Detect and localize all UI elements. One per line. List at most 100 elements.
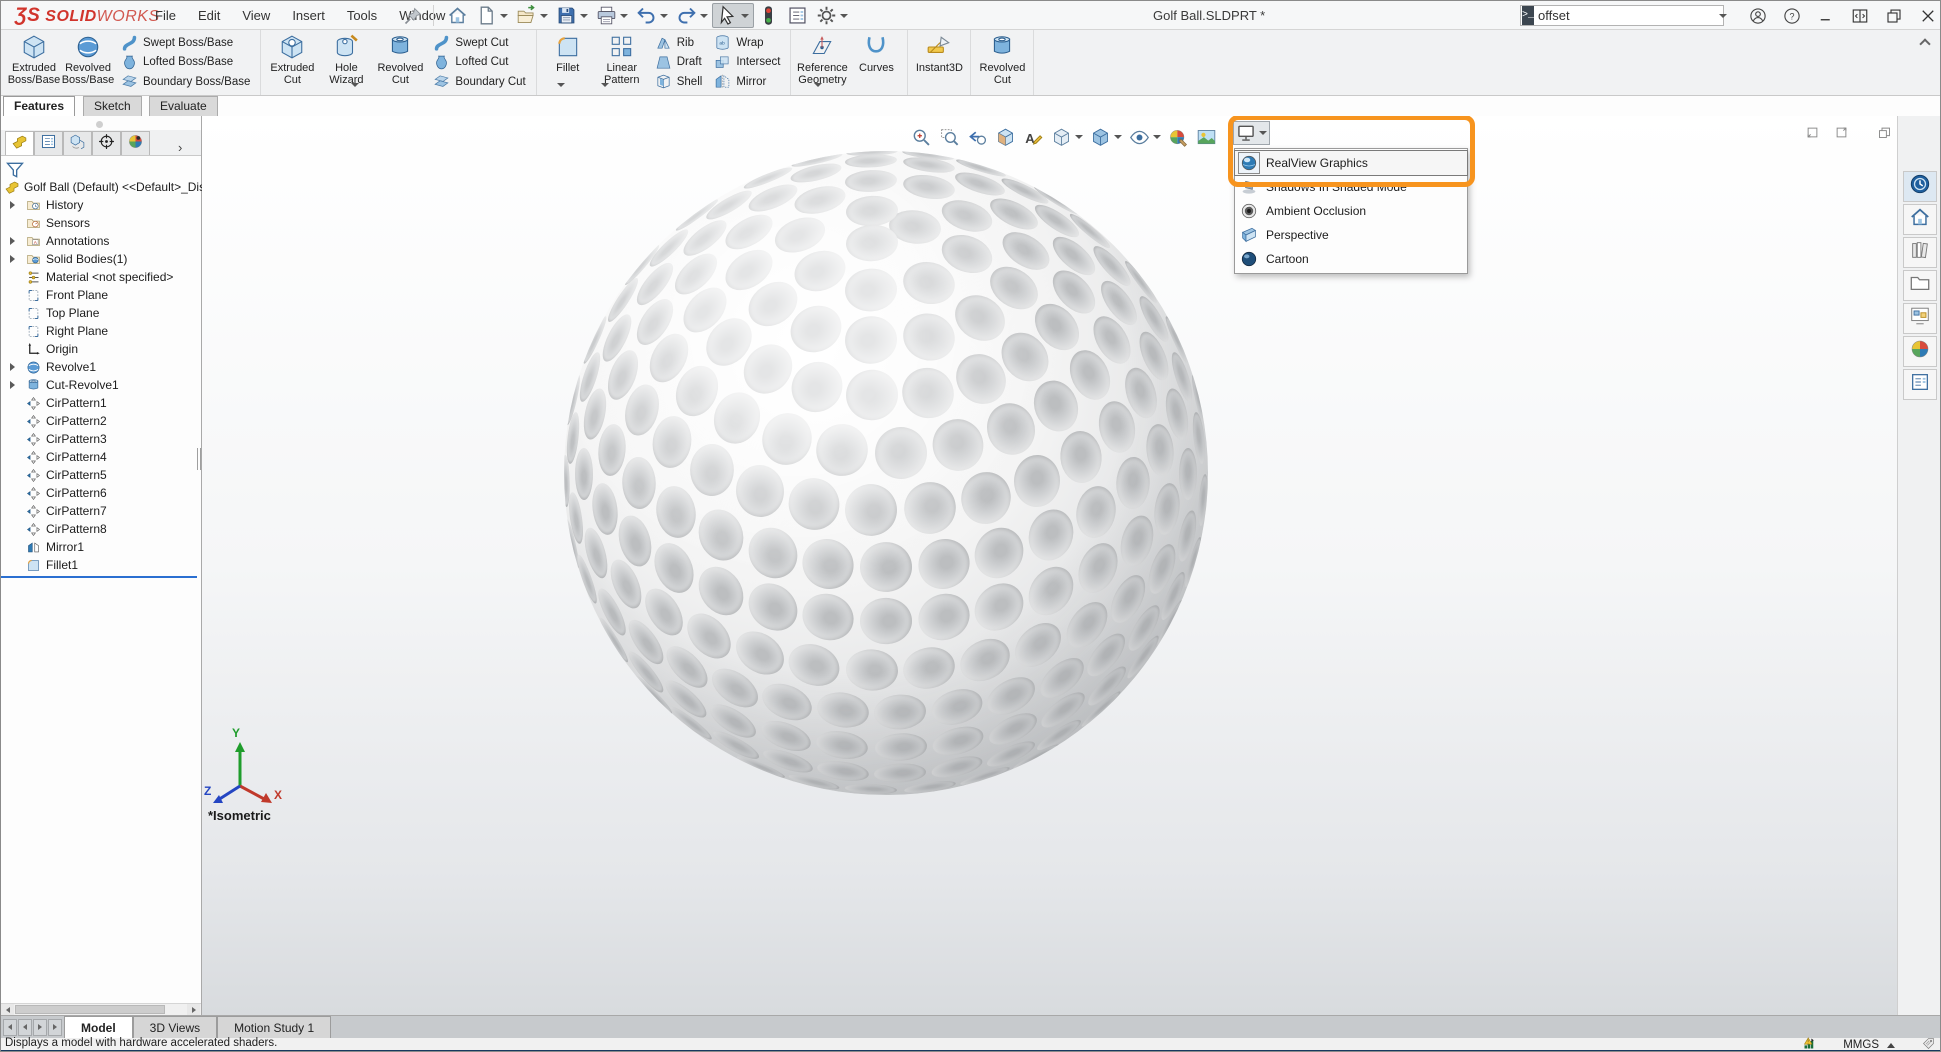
tab-nav-prev-button[interactable] [18,1018,32,1036]
tree-item-cirpattern6[interactable]: CirPattern6 [1,484,201,502]
doc-minimize-icon[interactable] [1802,122,1822,142]
new-document-button[interactable] [472,3,512,28]
tree-item-front-plane[interactable]: Front Plane [1,286,201,304]
redo-caret[interactable] [700,13,708,18]
display-style-button[interactable] [1088,125,1124,149]
menu-item-perspective[interactable]: Perspective [1235,223,1467,247]
revolved-cut-button[interactable]: Revolved Cut [975,30,1029,95]
boundary-cut-button[interactable]: Boundary Cut [431,72,527,91]
tree-item-cirpattern7[interactable]: CirPattern7 [1,502,201,520]
doc-tab-3d-views[interactable]: 3D Views [132,1016,218,1038]
tree-item-right-plane[interactable]: Right Plane [1,322,201,340]
scroll-left-button[interactable] [1,1004,14,1015]
doc-tab-motion-study-1[interactable]: Motion Study 1 [217,1016,332,1038]
undo-caret[interactable] [660,13,668,18]
tab-nav-first-button[interactable] [3,1018,17,1036]
tree-item-fillet1[interactable]: Fillet1 [1,556,201,574]
ribbon-flyout-caret[interactable] [601,83,609,87]
graphics-area[interactable]: A RealView Graphics Shadows In Shaded Mod… [202,116,1897,1015]
ribbon-flyout-caret[interactable] [814,83,822,87]
redo-button[interactable] [672,3,712,28]
scroll-right-button[interactable] [187,1004,200,1015]
rollback-bar[interactable] [1,576,197,578]
expand-arrow-icon[interactable] [10,237,15,245]
menu-file[interactable]: File [144,1,187,30]
shell-button[interactable]: Shell [653,72,705,91]
doc-restore-icon[interactable] [1831,122,1851,142]
menu-insert[interactable]: Insert [281,1,336,30]
ribbon-collapse-button[interactable] [1917,37,1935,51]
tree-horizontal-scrollbar[interactable] [1,1003,201,1015]
lofted-boss-base-button[interactable]: Lofted Boss/Base [119,53,252,72]
save-button[interactable] [552,3,592,28]
tp-library-button[interactable] [1903,237,1937,268]
intersect-button[interactable]: Intersect [712,53,782,72]
boundary-boss-base-button[interactable]: Boundary Boss/Base [119,72,252,91]
select-cursor-button[interactable] [712,3,754,28]
doc-cascade-icon[interactable] [1874,122,1894,142]
tree-item-cirpattern3[interactable]: CirPattern3 [1,430,201,448]
expand-arrow-icon[interactable] [10,363,15,371]
menu-tools[interactable]: Tools [336,1,388,30]
tree-item-history[interactable]: History [1,196,201,214]
tab-sketch[interactable]: Sketch [83,96,142,116]
tree-item-cirpattern2[interactable]: CirPattern2 [1,412,201,430]
tree-item-top-plane[interactable]: Top Plane [1,304,201,322]
doc-tab-model[interactable]: Model [64,1016,133,1038]
panel-tab-dimxpert[interactable] [92,131,121,155]
instant3d-button[interactable]: Instant3D [912,30,966,95]
swept-cut-button[interactable]: Swept Cut [431,33,527,52]
fillet-button[interactable]: Fillet [541,30,595,95]
new-document-caret[interactable] [500,13,508,18]
tree-item-cut-revolve1[interactable]: Cut-Revolve1 [1,376,201,394]
tp-home-button[interactable] [1903,204,1937,235]
options-gear-caret[interactable] [840,13,848,18]
tp-props-button[interactable] [1903,369,1937,400]
undo-button[interactable] [632,3,672,28]
open-button[interactable] [512,3,552,28]
revolved-cut-button[interactable]: Revolved Cut [373,30,427,95]
panel-tab-property-manager[interactable] [34,131,63,155]
zoom-to-area-button[interactable] [937,125,962,149]
mirror-button[interactable]: Mirror [712,72,782,91]
draft-button[interactable]: Draft [653,53,705,72]
print-button[interactable] [592,3,632,28]
swept-boss-base-button[interactable]: Swept Boss/Base [119,33,252,52]
extruded-boss-base-button[interactable]: Extruded Boss/Base [7,30,61,95]
tree-item-sensors[interactable]: Sensors [1,214,201,232]
scrollbar-thumb[interactable] [15,1005,165,1014]
expand-arrow-icon[interactable] [10,201,15,209]
home-button[interactable] [443,3,472,28]
open-caret[interactable] [540,13,548,18]
display-style-caret[interactable] [1114,135,1122,139]
panel-tab-part[interactable] [5,131,34,155]
tree-item-cirpattern4[interactable]: CirPattern4 [1,448,201,466]
panel-splitter-dot[interactable] [96,121,103,128]
revolved-boss-base-button[interactable]: Revolved Boss/Base [61,30,115,95]
print-caret[interactable] [620,13,628,18]
rib-button[interactable]: Rib [653,33,705,52]
panel-resize-handle[interactable] [197,448,201,470]
close-button[interactable] [1918,6,1938,26]
tp-palette-button[interactable] [1903,303,1937,334]
edit-appearance-button[interactable] [1166,125,1191,149]
section-view-button[interactable] [993,125,1018,149]
tp-explorer-button[interactable] [1903,270,1937,301]
panel-tab-configuration-manager[interactable] [63,131,92,155]
hide-show-caret[interactable] [1153,135,1161,139]
ribbon-flyout-caret[interactable] [557,83,565,87]
options-gear-button[interactable] [812,3,852,28]
menu-edit[interactable]: Edit [187,1,231,30]
restore-button[interactable] [1884,6,1904,26]
account-icon[interactable] [1748,6,1768,26]
help-icon[interactable]: ? [1782,6,1802,26]
tree-item-mirror1[interactable]: Mirror1 [1,538,201,556]
search-box[interactable]: >_ [1520,5,1735,29]
zoom-to-fit-button[interactable] [909,125,934,149]
golf-ball-model[interactable] [564,151,1208,795]
tree-item-root[interactable]: Golf Ball (Default) <<Default>_Display S… [1,178,242,196]
tree-filter-icon[interactable] [5,160,25,180]
tree-item-cirpattern5[interactable]: CirPattern5 [1,466,201,484]
minimize-button[interactable] [1816,6,1836,26]
ribbon-flyout-caret[interactable] [351,83,359,87]
